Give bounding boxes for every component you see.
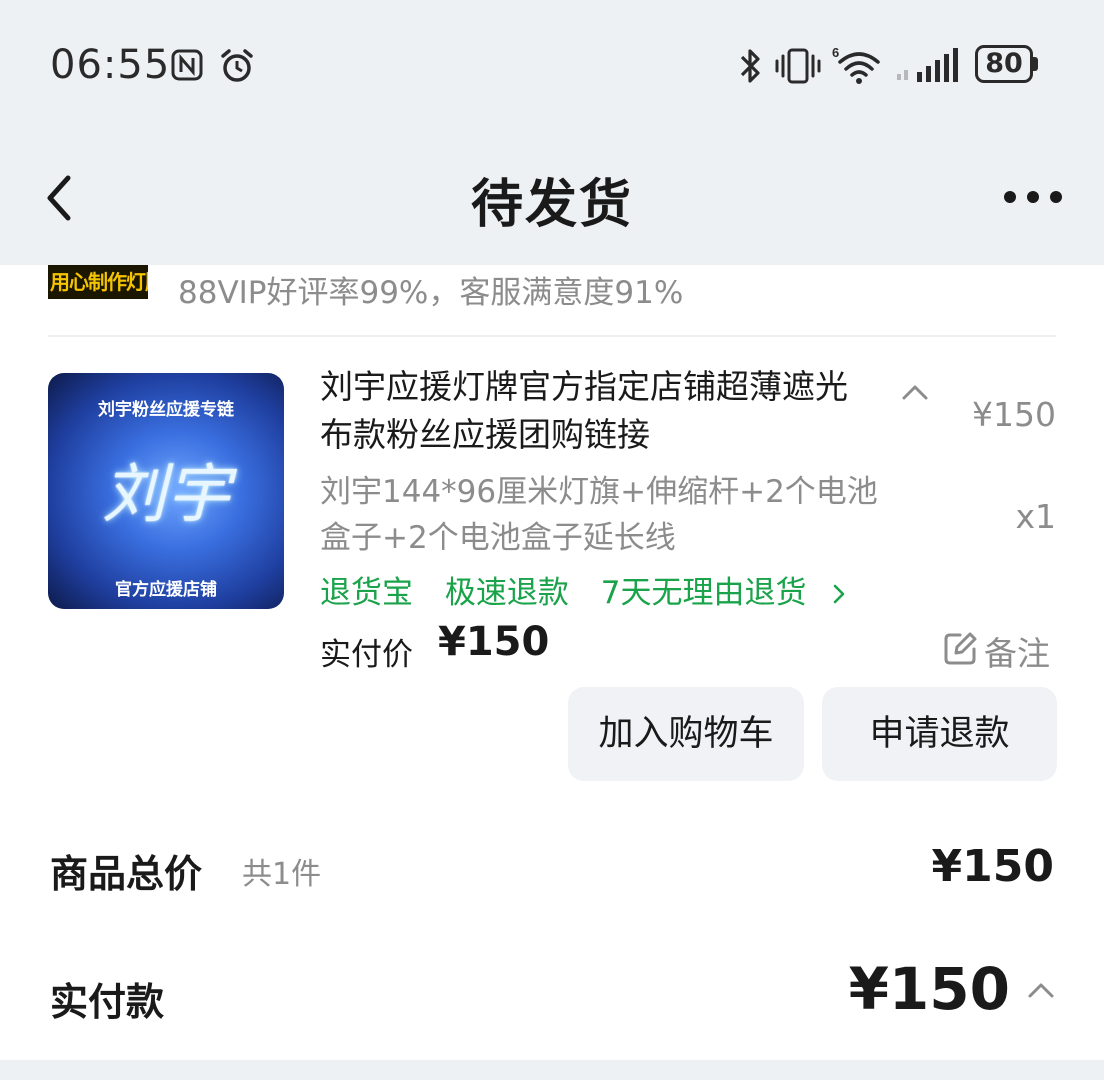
product-title[interactable]: 刘宇应援灯牌官方指定店铺超薄遮光布款粉丝应援团购链接 [320, 363, 880, 459]
shop-logo[interactable]: 用心制作灯牌 [48, 265, 148, 299]
shop-rating: 88VIP好评率99%，客服满意度91% [178, 275, 684, 311]
edit-note-icon[interactable] [942, 631, 978, 667]
total-price-value: ¥150 [931, 841, 1054, 892]
product-spec: 刘宇144*96厘米灯旗+伸缩杆+2个电池盒子+2个电池盒子延长线 [320, 474, 878, 556]
total-item-count: 共1件 [242, 857, 322, 892]
service-tags[interactable]: 退货宝 极速退款 7天无理由退货 [320, 567, 846, 612]
chevron-up-icon[interactable] [1024, 979, 1058, 1001]
paid-price-value: ¥150 [438, 619, 550, 665]
add-to-cart-button[interactable]: 加入购物车 [568, 687, 804, 781]
vibrate-icon [775, 48, 821, 84]
service-tag: 退货宝 [320, 575, 413, 611]
chevron-right-icon [834, 584, 845, 604]
actual-payment-label: 实付款 [50, 980, 165, 1024]
refund-button[interactable]: 申请退款 [822, 687, 1057, 781]
product-image[interactable]: 刘宇粉丝应援专链 刘宇 官方应援店铺 [48, 373, 284, 609]
product-price: ¥150 [972, 395, 1056, 434]
actual-payment-value: ¥150 [848, 955, 1010, 1023]
product-quantity: x1 [1015, 497, 1056, 536]
product-image-top-text: 刘宇粉丝应援专链 [98, 400, 234, 420]
more-dots-icon[interactable] [1000, 185, 1066, 209]
shop-logo-text: 用心制作灯牌 [50, 270, 148, 294]
battery-icon: 80 [975, 45, 1039, 83]
status-time: 06:55 [50, 42, 171, 88]
nfc-icon [171, 49, 203, 81]
divider [48, 335, 1056, 337]
order-card: 用心制作灯牌 88VIP好评率99%，客服满意度91% 刘宇粉丝应援专链 刘宇 … [0, 265, 1104, 1060]
bluetooth-icon [740, 49, 760, 83]
svg-text:6: 6 [832, 45, 839, 60]
product-image-bottom-text: 官方应援店铺 [115, 580, 217, 600]
page-title: 待发货 [470, 175, 633, 235]
battery-level: 80 [985, 48, 1023, 79]
signal-icon [897, 48, 958, 82]
alarm-icon [221, 49, 253, 82]
service-tag: 7天无理由退货 [600, 575, 807, 611]
wifi-6-icon: 6 [832, 45, 880, 84]
nav-bar: 待发货 [0, 130, 1104, 265]
bottom-strip [0, 1060, 1104, 1080]
service-tag: 极速退款 [444, 575, 569, 611]
total-price-label: 商品总价 [50, 852, 203, 896]
status-bar: 06:55 6 80 [0, 0, 1104, 130]
paid-price-label: 实付价 [320, 637, 413, 673]
chevron-up-icon[interactable] [898, 381, 932, 403]
product-image-main-text: 刘宇 [102, 458, 230, 532]
note-button[interactable]: 备注 [984, 627, 1050, 675]
